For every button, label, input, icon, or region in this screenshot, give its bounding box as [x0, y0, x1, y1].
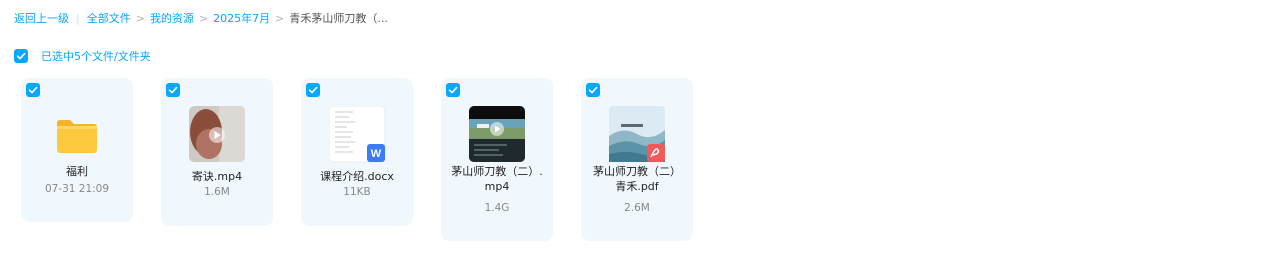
- folder-icon: [49, 106, 105, 162]
- file-checkbox[interactable]: [586, 83, 600, 97]
- breadcrumb-current: 青禾茅山师刀教（...: [289, 12, 388, 25]
- file-name: 茅山师刀教（二） 青禾.pdf: [593, 165, 681, 193]
- pdf-icon: [647, 144, 665, 162]
- chevron-right-icon: >: [135, 11, 145, 25]
- breadcrumb-2025-07[interactable]: 2025年7月: [213, 10, 270, 26]
- check-icon: [448, 86, 458, 94]
- file-card-pdf[interactable]: 茅山师刀教（二） 青禾.pdf 2.6M: [581, 78, 693, 241]
- selection-bar: 已选中5个文件/文件夹: [14, 48, 151, 64]
- document-thumbnail: W: [328, 105, 386, 163]
- file-card-video[interactable]: 茅山师刀教（二）. mp4 1.4G: [441, 78, 553, 241]
- file-name: 寄诀.mp4: [191, 170, 243, 183]
- check-icon: [16, 52, 26, 60]
- check-icon: [28, 86, 38, 94]
- file-checkbox[interactable]: [26, 83, 40, 97]
- file-modified-time: 07-31 21:09: [44, 183, 110, 195]
- video-thumbnail: [469, 106, 525, 162]
- file-card-video[interactable]: 寄诀.mp4 1.6M: [161, 78, 273, 226]
- file-card-docx[interactable]: W 课程介绍.docx 11KB: [301, 78, 413, 226]
- separator: |: [76, 11, 80, 25]
- file-size: 1.4G: [484, 202, 510, 214]
- chevron-right-icon: >: [198, 11, 209, 25]
- video-thumbnail: [189, 106, 245, 162]
- file-name: 福利: [66, 165, 88, 178]
- selection-count-label: 已选中5个文件/文件夹: [41, 50, 151, 63]
- file-size: 2.6M: [624, 202, 650, 214]
- file-size: 1.6M: [204, 186, 230, 198]
- file-size: 11KB: [343, 186, 371, 198]
- file-card-folder[interactable]: 福利 07-31 21:09: [21, 78, 133, 222]
- check-icon: [168, 86, 178, 94]
- chevron-right-icon: >: [275, 11, 285, 25]
- pdf-thumbnail: [609, 106, 665, 162]
- file-checkbox[interactable]: [306, 83, 320, 97]
- svg-text:W: W: [371, 148, 382, 160]
- file-checkbox[interactable]: [446, 83, 460, 97]
- back-link[interactable]: 返回上一级: [14, 10, 69, 26]
- select-all-checkbox[interactable]: [14, 49, 28, 63]
- breadcrumb-all-files[interactable]: 全部文件: [87, 10, 131, 26]
- breadcrumb-my-resources[interactable]: 我的资源: [150, 10, 194, 26]
- file-name: 茅山师刀教（二）. mp4: [451, 165, 543, 193]
- breadcrumb: 返回上一级 | 全部文件 > 我的资源 > 2025年7月 > 青禾茅山师刀教（…: [14, 10, 388, 26]
- file-name: 课程介绍.docx: [320, 170, 394, 183]
- check-icon: [588, 86, 598, 94]
- check-icon: [308, 86, 318, 94]
- file-checkbox[interactable]: [166, 83, 180, 97]
